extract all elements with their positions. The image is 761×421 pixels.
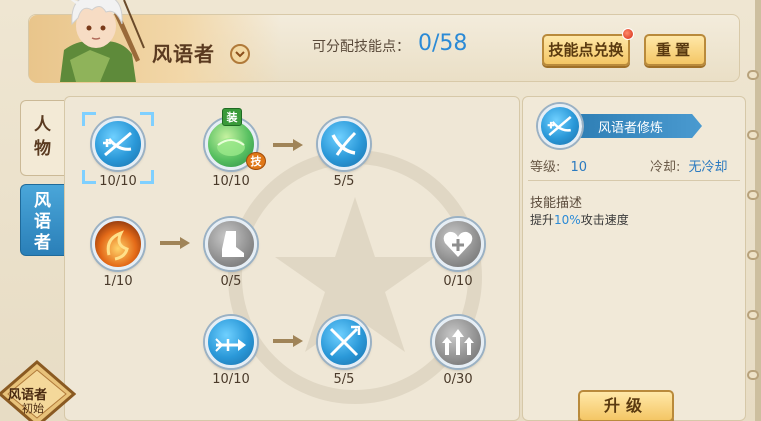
binder-rings [745, 60, 761, 420]
cooldown-label: 冷却: [650, 160, 681, 175]
notification-dot [622, 28, 634, 40]
bow-arrows-icon [538, 104, 582, 148]
arrow-plus-icon [205, 316, 257, 368]
description-title: 技能描述 [530, 196, 583, 211]
skill-level: 10/10 [212, 372, 250, 387]
skill-node[interactable]: 10/10 [203, 316, 259, 387]
tree-arrow-icon [273, 335, 303, 347]
skill-level: 10/10 [212, 174, 250, 189]
skill-node[interactable]: 5/5 [316, 118, 372, 189]
divider [528, 180, 740, 181]
skill-level: 0/10 [443, 274, 473, 289]
wind-slash-icon [318, 118, 370, 170]
skill-node[interactable]: 0/30 [430, 316, 486, 387]
crossed-arrows-icon [318, 316, 370, 368]
class-switch-icon[interactable] [230, 44, 250, 64]
bow-arrows-icon [92, 118, 144, 170]
heart-plus-icon [432, 218, 484, 270]
tree-arrow-icon [273, 139, 303, 151]
level-value: 10 [570, 160, 588, 175]
reset-button[interactable]: 重置 [644, 34, 706, 66]
cooldown-value: 无冷却 [688, 160, 728, 175]
class-name-label: 风语者 [152, 42, 215, 66]
tab-character[interactable]: 人物 [20, 100, 64, 176]
skill-type-badge: 技 [246, 152, 266, 170]
level-label: 等级: [530, 160, 561, 175]
boot-icon [205, 218, 257, 270]
tree-arrow-icon [160, 237, 190, 249]
description-suffix: 攻击速度 [580, 213, 629, 227]
tab-windspeaker-label: 风语者 [34, 191, 51, 253]
equipped-badge: 装 [222, 108, 242, 126]
detail-level-row: 等级: 10 [530, 156, 587, 175]
tab-windspeaker[interactable]: 风语者 [20, 184, 64, 256]
upgrade-button[interactable]: 升级 [578, 390, 674, 421]
fire-swirl-icon [92, 218, 144, 270]
skill-node[interactable]: 1/10 [90, 218, 146, 289]
skill-points-value: 0/58 [418, 31, 468, 56]
class-badge-subtitle: 初始 [22, 402, 44, 415]
detail-skill-name: 风语者修炼 [598, 121, 664, 136]
skill-level: 0/30 [443, 372, 473, 387]
tab-character-label: 人物 [34, 115, 51, 159]
skill-level: 5/5 [333, 174, 355, 189]
skill-points-label: 可分配技能点： [312, 39, 410, 55]
skill-point-exchange-button[interactable]: 技能点兑换 [542, 34, 630, 66]
detail-cooldown-row: 冷却: 无冷却 [650, 156, 728, 175]
skill-node[interactable]: 10/10 [90, 118, 146, 189]
triple-up-arrows-icon [432, 316, 484, 368]
skill-level: 1/10 [103, 274, 133, 289]
description-prefix: 提升 [530, 213, 555, 227]
character-avatar [60, 0, 145, 82]
skill-node[interactable]: 0/5 [203, 218, 259, 289]
skill-node[interactable]: 5/5 [316, 316, 372, 387]
description-highlight: 10% [554, 213, 581, 227]
skill-level: 10/10 [99, 174, 137, 189]
skill-level: 0/5 [220, 274, 242, 289]
skill-node[interactable]: 0/10 [430, 218, 486, 289]
description-text: 提升10%攻击速度 [530, 211, 629, 228]
skill-level: 5/5 [333, 372, 355, 387]
